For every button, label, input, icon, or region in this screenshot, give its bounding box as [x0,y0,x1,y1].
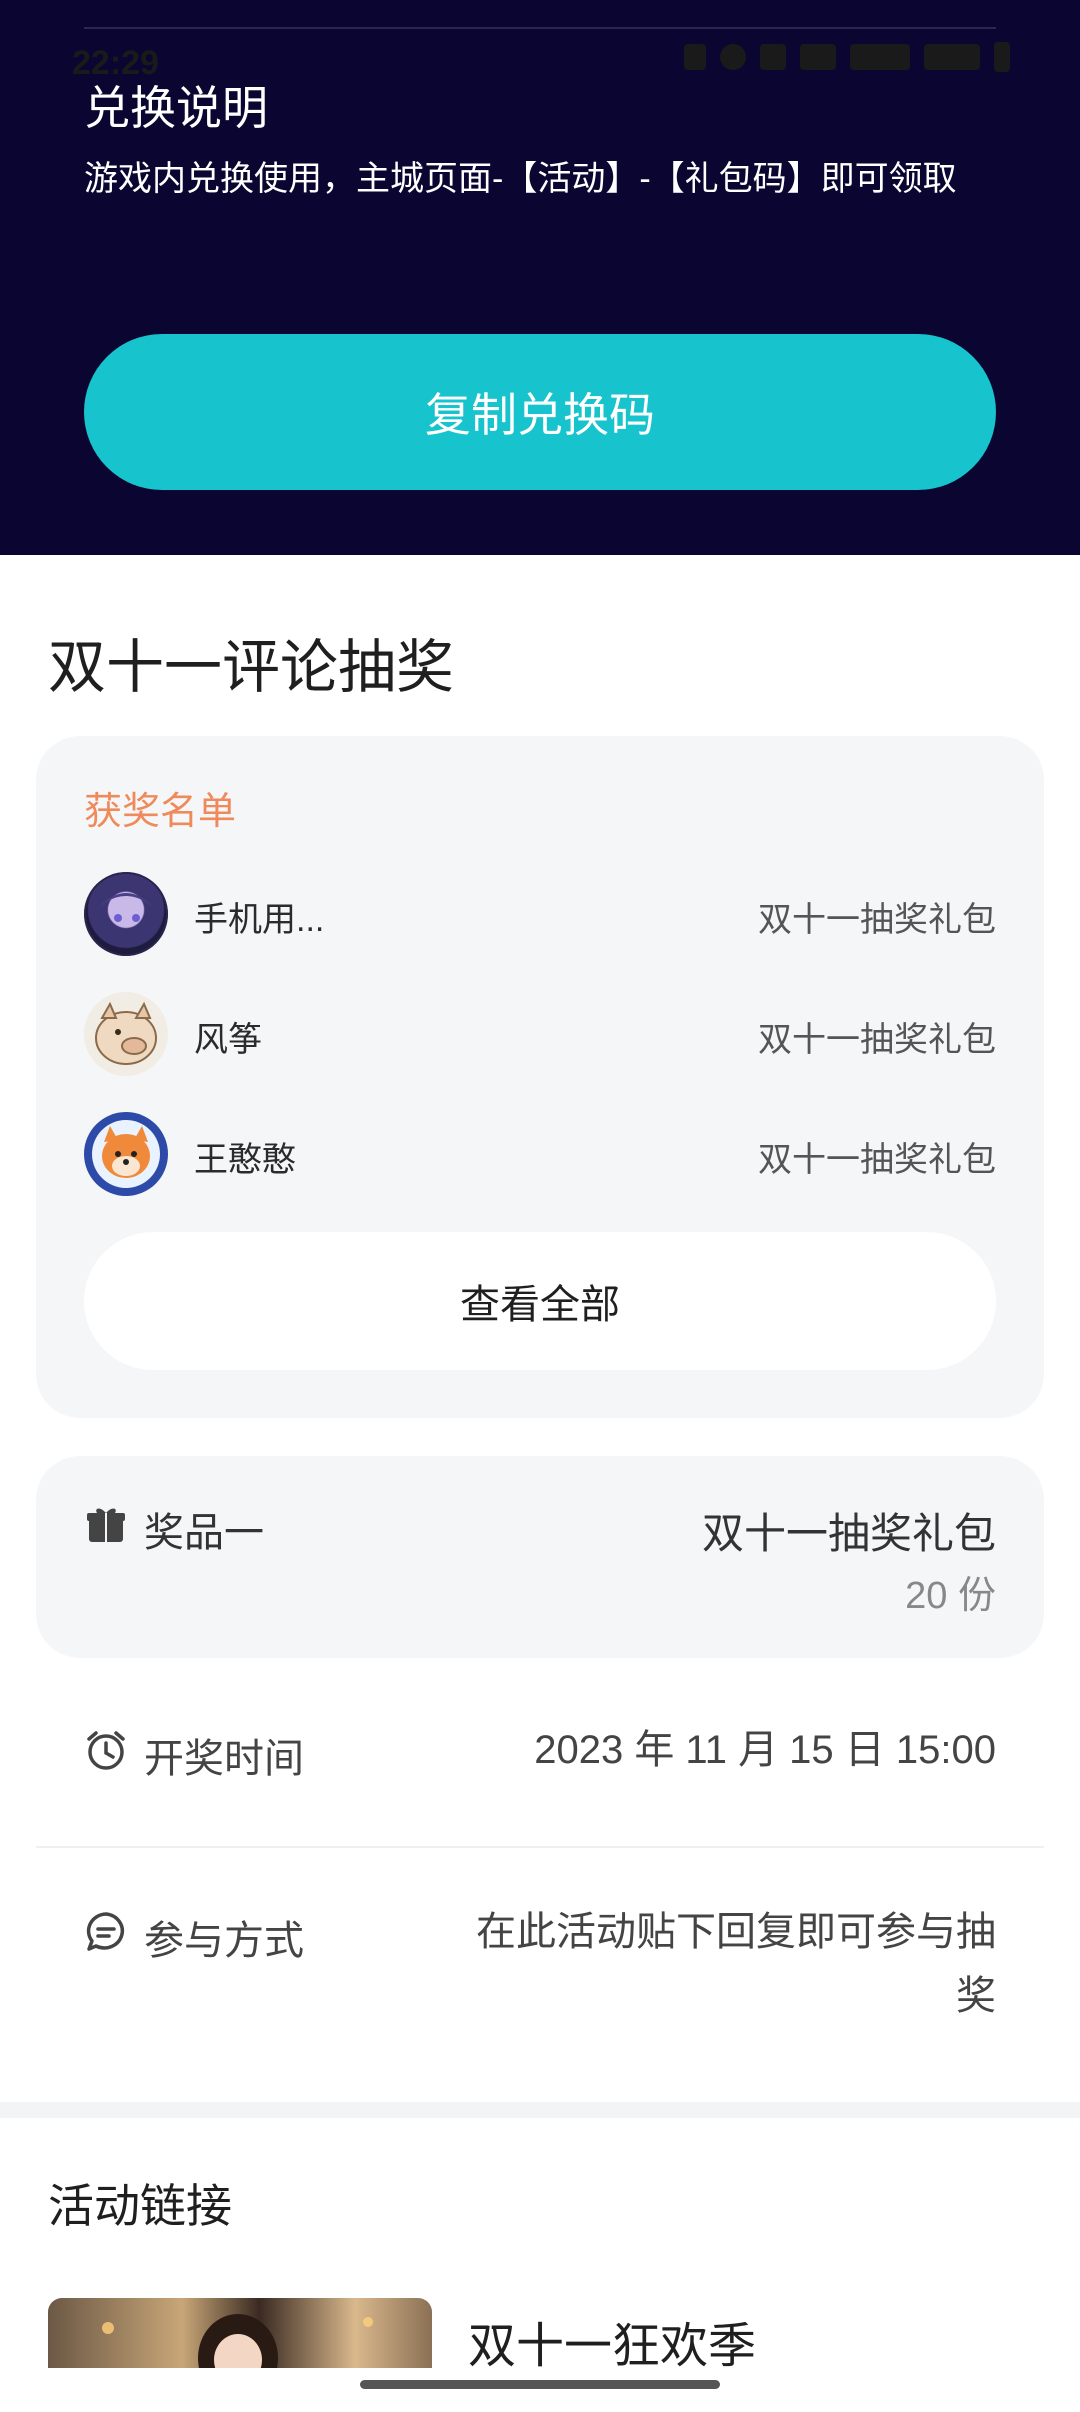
activity-thumbnail[interactable] [48,2298,432,2368]
redeem-description: 游戏内兑换使用，主城页面-【活动】-【礼包码】即可领取 [84,160,957,198]
winners-title: 获奖名单 [84,791,237,833]
anime-thumbnail-icon [102,2314,373,2368]
participation-value-line: 奖 [956,1974,996,2018]
pig-avatar-icon [95,1001,157,1065]
winner-prize: 双十一抽奖礼包 [758,1021,996,1059]
wifi-signal-icon [850,44,910,70]
winner-prize: 双十一抽奖礼包 [758,901,996,939]
dog-avatar-icon [92,1120,160,1188]
alarm-icon [84,1728,128,1777]
view-all-button[interactable]: 查看全部 [84,1232,996,1370]
redeem-title: 兑换说明 [84,82,268,134]
draw-time-row: 开奖时间 2023 年 11 月 15 日 15:00 [84,1726,996,1796]
notification-icon [684,44,706,70]
copy-code-button[interactable]: 复制兑换码 [84,334,996,490]
avatar[interactable] [84,1112,168,1196]
battery-icon [994,42,1010,72]
avatar[interactable] [84,872,168,956]
activity-links-title: 活动链接 [48,2180,232,2232]
prize-name: 双十一抽奖礼包 [701,1510,996,1557]
lottery-title: 双十一评论抽奖 [48,635,455,700]
gift-icon [86,1504,126,1549]
prize-quantity: 20 份 [905,1575,996,1617]
anime-avatar-icon [84,872,168,956]
winner-row[interactable]: 王憨憨 双十一抽奖礼包 [84,1112,996,1202]
participation-row: 参与方式 在此活动贴下回复即可参与抽 奖 [84,1908,996,2048]
vibrate-icon [760,44,786,70]
alarm-status-icon [720,44,746,70]
participation-value-line: 在此活动贴下回复即可参与抽 [476,1910,996,1954]
participation-value: 在此活动贴下回复即可参与抽 奖 [476,1900,996,2028]
winner-row[interactable]: 风筝 双十一抽奖礼包 [84,992,996,1082]
divider [36,1846,1044,1848]
chat-icon [84,1910,128,1959]
prize-card: 奖品一 双十一抽奖礼包 20 份 [36,1456,1044,1658]
winner-name: 王憨憨 [194,1141,296,1179]
winner-name: 手机用... [194,901,325,939]
winner-name: 风筝 [194,1021,262,1059]
status-icons [684,42,1010,72]
divider [84,27,996,29]
participation-label: 参与方式 [144,1919,304,1963]
winner-row[interactable]: 手机用... 双十一抽奖礼包 [84,872,996,962]
activity-link-name[interactable]: 双十一狂欢季 [468,2306,756,2376]
winner-prize: 双十一抽奖礼包 [758,1141,996,1179]
nfc-icon [800,44,836,70]
avatar[interactable] [84,992,168,1076]
home-indicator[interactable] [360,2380,720,2389]
winners-card: 获奖名单 手机用... 双十一抽奖礼包 风筝 双十一抽奖礼包 王憨憨 双十一抽奖… [36,736,1044,1418]
draw-time-value: 2023 年 11 月 15 日 15:00 [534,1728,996,1772]
section-separator [0,2102,1080,2118]
redeem-panel: 22:29 兑换说明 游戏内兑换使用，主城页面-【活动】-【礼包码】即可领取 复… [0,0,1080,555]
cell-signal-icon [924,44,980,70]
draw-time-label: 开奖时间 [144,1737,304,1781]
prize-label: 奖品一 [144,1511,264,1555]
